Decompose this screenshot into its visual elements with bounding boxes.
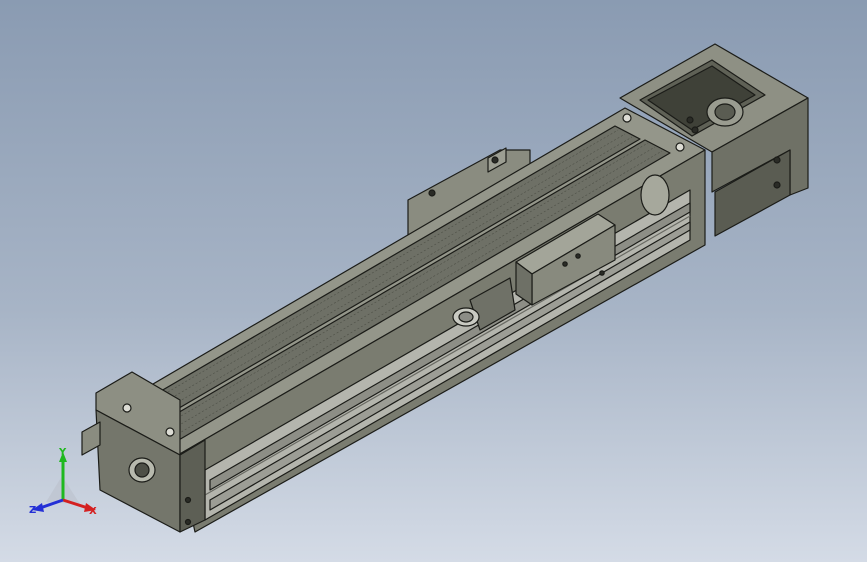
actuator-model[interactable] [0, 0, 867, 562]
bearing-housing [640, 174, 670, 216]
3d-viewport[interactable]: Y X Z [0, 0, 867, 562]
cover-bolt [622, 113, 632, 123]
triad-z-label: Z [29, 505, 37, 516]
triad-y-label: Y [59, 447, 67, 458]
triad-x-label: X [89, 506, 97, 517]
reference-triad[interactable]: Y X Z [26, 448, 106, 528]
cover-bolt [675, 142, 685, 152]
